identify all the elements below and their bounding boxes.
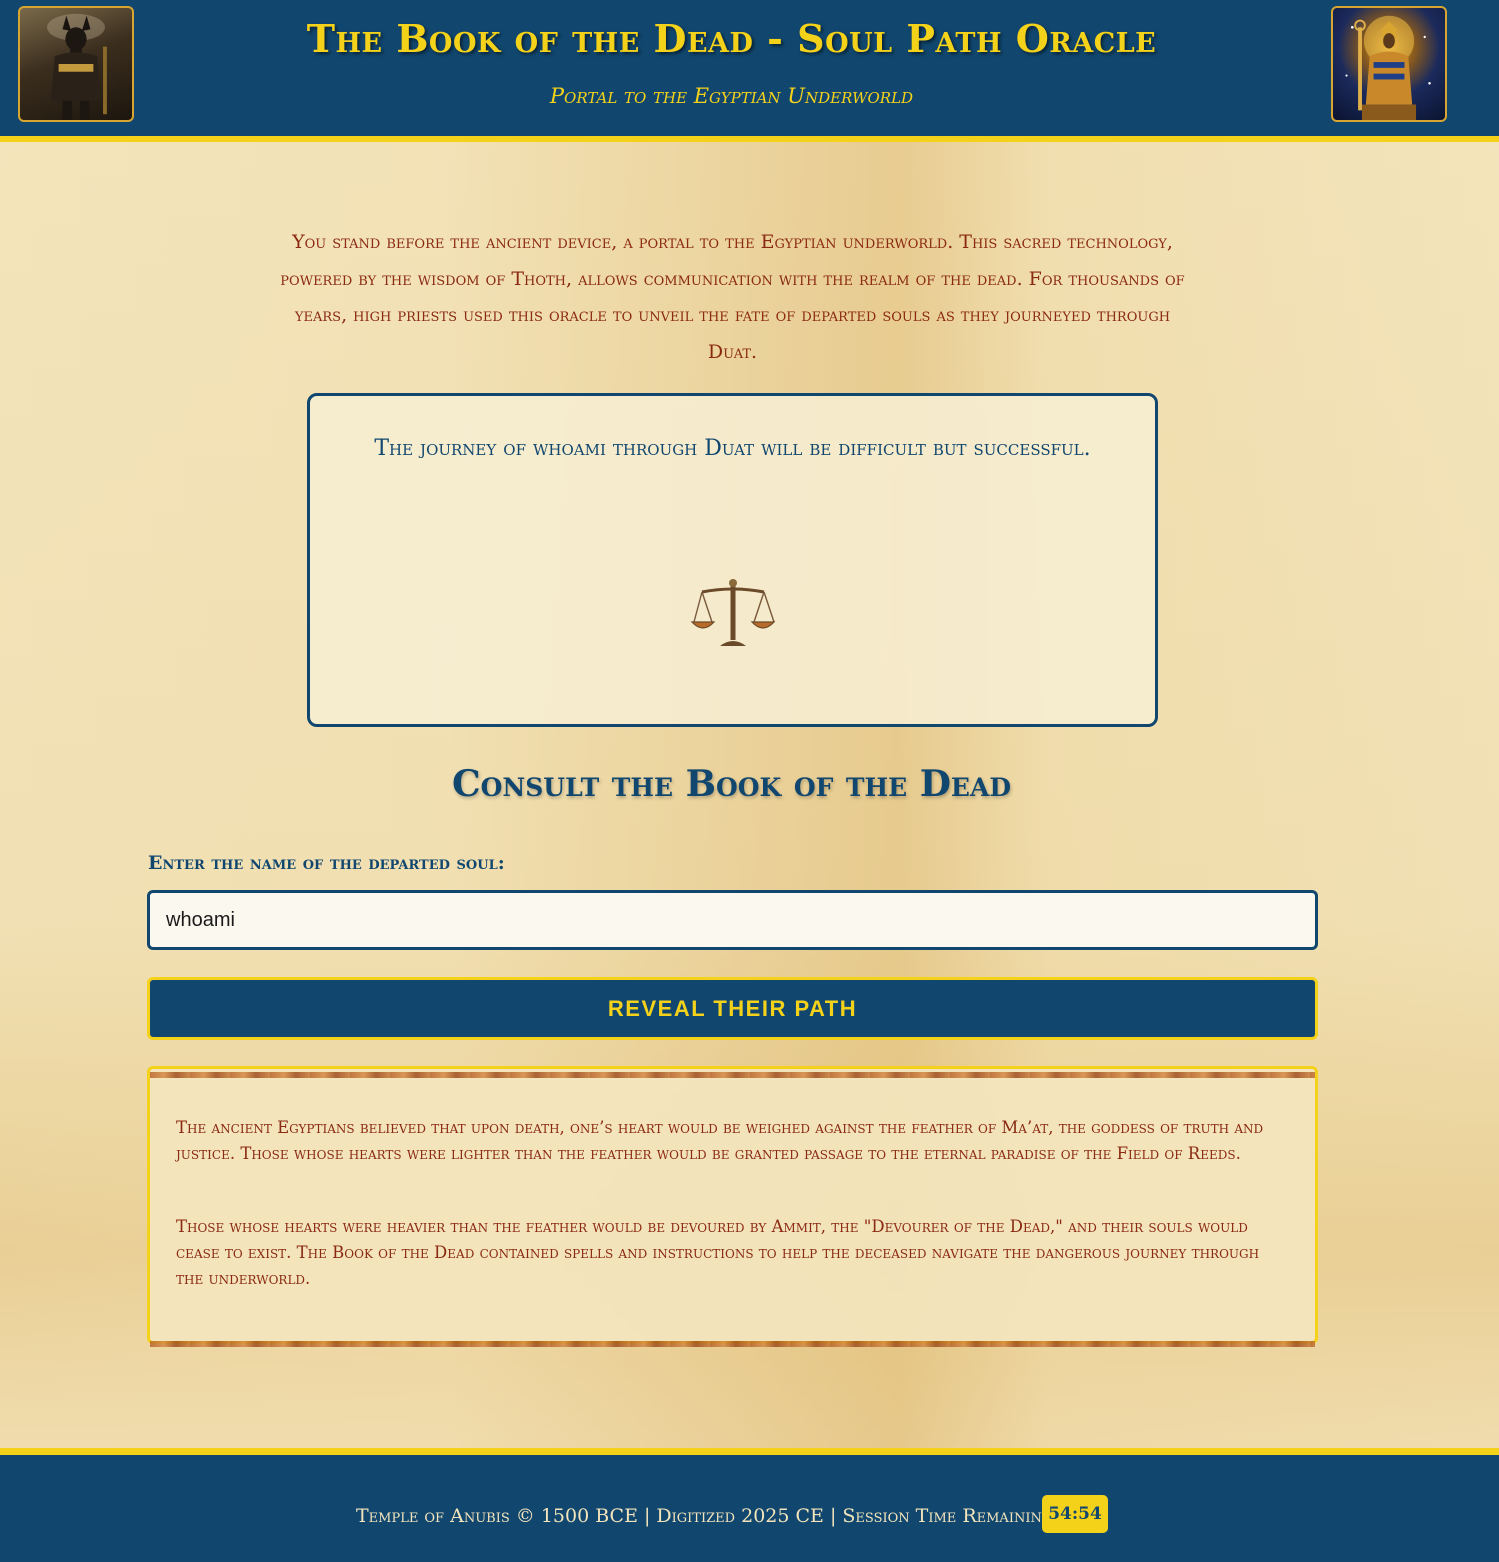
- info-scroll: The ancient Egyptians believed that upon…: [147, 1066, 1318, 1347]
- site-footer: Temple of Anubis © 1500 BCE | Digitized …: [0, 1448, 1499, 1562]
- session-timer-badge: 54:54: [1042, 1495, 1108, 1533]
- scroll-edge-bottom: [150, 1341, 1315, 1347]
- info-paragraph-1: The ancient Egyptians believed that upon…: [176, 1118, 1264, 1163]
- soul-name-input[interactable]: [147, 890, 1318, 950]
- intro-text: You stand before the ancient device, a p…: [280, 231, 1185, 363]
- pharaoh-god-icon: [1331, 6, 1447, 122]
- footer-text: Temple of Anubis © 1500 BCE | Digitized …: [356, 1505, 1059, 1527]
- consult-title: Consult the Book of the Dead: [451, 763, 1012, 805]
- page-title: The Book of the Dead - Soul Path Oracle: [306, 16, 1157, 61]
- oracle-result-box: The journey of whoami through Duat will …: [307, 393, 1158, 727]
- soul-name-label: Enter the name of the departed soul:: [148, 852, 505, 874]
- reveal-path-button[interactable]: Reveal Their Path: [147, 977, 1318, 1040]
- scroll-edge-top: [150, 1072, 1315, 1078]
- page-subtitle: Portal to the Egyptian Underworld: [549, 84, 914, 108]
- scales-icon: [690, 576, 776, 648]
- info-paragraph-2: Those whose hearts were heavier than the…: [176, 1217, 1260, 1288]
- site-header: The Book of the Dead - Soul Path Oracle …: [0, 0, 1499, 142]
- oracle-result-text: The journey of whoami through Duat will …: [374, 436, 1091, 461]
